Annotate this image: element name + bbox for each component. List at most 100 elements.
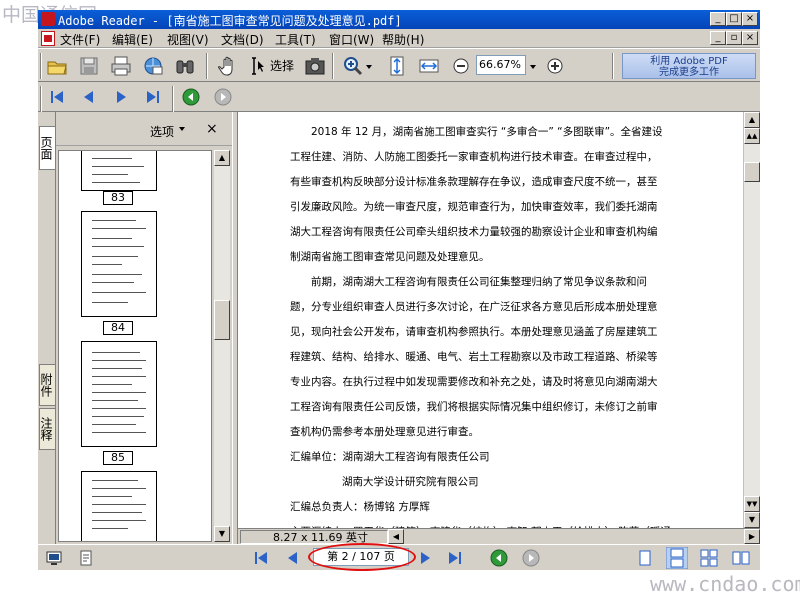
pages-panel: 选项 × 83 84 85 ▲ ▼ [56,112,232,544]
doc-line: 汇编单位：湖南湖大工程咨询有限责任公司 [290,451,490,463]
previous-page-icon[interactable] [80,88,98,106]
document-text: 2018 年 12 月，湖南省施工图审查实行 “多审合一” “多图联审”。全省建… [290,120,670,528]
fit-width-icon[interactable] [418,55,440,77]
zoom-in-tool-icon[interactable] [342,55,364,77]
thumbnail-page-number: 83 [103,191,133,205]
maximize-button[interactable]: □ [726,12,742,26]
panel-options-label[interactable]: 选项 [150,123,174,140]
document-horizontal-bar: 8.27 x 11.69 英寸 ◀ ▶ [238,528,760,544]
highlight-oval [308,543,416,571]
doc-minimize-button[interactable]: _ [710,31,726,45]
menu-view[interactable]: 视图(V) [167,31,209,48]
print-icon[interactable] [110,55,132,77]
document-properties-icon[interactable] [78,550,94,566]
hand-tool-icon[interactable] [218,55,240,77]
snapshot-camera-icon[interactable] [304,55,326,77]
first-page-icon[interactable] [48,88,66,106]
doc-close-button[interactable]: × [742,31,758,45]
menu-window[interactable]: 窗口(W) [329,31,374,48]
doc-line: 制湖南省施工图审查常见问题及处理意见。 [290,251,490,263]
save-icon[interactable] [78,55,100,77]
scroll-down-icon[interactable]: ▼ [214,526,230,542]
thumbnail-page-number: 84 [103,321,133,335]
page-up-icon[interactable]: ▲▲ [744,128,760,144]
menu-help[interactable]: 帮助(H) [382,31,424,48]
adobe-pdf-promo-button[interactable]: 利用 Adobe PDF 完成更多工作 [622,53,756,79]
open-folder-icon[interactable] [46,55,68,77]
page-thumbnail[interactable] [81,471,157,541]
scroll-thumb[interactable] [744,162,760,182]
go-back-icon[interactable] [490,549,508,567]
single-page-view-icon[interactable] [636,549,654,567]
promo-line-1: 利用 Adobe PDF [650,56,728,67]
continuous-view-icon[interactable] [666,547,688,569]
zoom-level-dropdown-icon[interactable] [528,55,538,77]
email-globe-icon[interactable] [142,55,164,77]
pdf-document-icon[interactable] [41,31,55,46]
select-text-icon[interactable] [246,55,268,77]
doc-line: 题，分专业组织审查人员进行多次讨论，在广泛征求各方意见后形成本册处理意 [290,301,658,313]
tab-pages[interactable]: 页面 [39,126,55,170]
facing-view-icon[interactable] [732,549,750,567]
previous-page-icon[interactable] [284,549,302,567]
continuous-facing-view-icon[interactable] [700,549,718,567]
search-binoculars-icon[interactable] [174,55,196,77]
page-thumbnail[interactable] [81,211,157,317]
scroll-down-icon[interactable]: ▼ [744,512,760,528]
select-label[interactable]: 选择 [270,57,294,74]
scroll-left-icon[interactable]: ◀ [388,529,404,544]
scroll-right-icon[interactable]: ▶ [744,529,760,544]
zoom-dropdown-arrow-icon[interactable] [364,55,374,77]
window-title: Adobe Reader - [南省施工图审查常见问题及处理意见.pdf] [58,14,402,28]
thumbnail-page-number: 85 [103,451,133,465]
doc-line: 查机构仍需参考本册处理意见进行审查。 [290,426,479,438]
tab-comments[interactable]: 注释 [39,408,55,450]
page-down-icon[interactable]: ▼▼ [744,496,760,512]
scroll-thumb[interactable] [214,300,230,340]
doc-restore-button[interactable]: ▫ [726,31,742,45]
doc-line: 湖大工程咨询有限责任公司牵头组织技术力量较强的勘察设计企业和审查机构编 [290,226,658,238]
last-page-icon[interactable] [144,88,162,106]
go-back-icon[interactable] [182,88,200,106]
next-page-icon[interactable] [112,88,130,106]
minimize-button[interactable]: _ [710,12,726,26]
page-size-readout: 8.27 x 11.69 英寸 [240,530,388,544]
zoom-out-icon[interactable] [450,55,472,77]
last-page-icon[interactable] [446,549,464,567]
monitor-icon[interactable] [46,550,62,566]
close-button[interactable]: × [742,12,758,26]
next-page-icon[interactable] [416,549,434,567]
go-forward-icon[interactable] [522,549,540,567]
zoom-input[interactable]: 66.67% [476,55,526,75]
navigation-toolbar [38,82,760,112]
page-thumbnail[interactable] [81,151,157,191]
go-forward-icon[interactable] [214,88,232,106]
promo-line-2: 完成更多工作 [659,67,719,78]
doc-line: 工程咨询有限责任公司反馈，我们将根据实际情况集中组织修订，未修订之前审 [290,401,658,413]
menu-file[interactable]: 文件(F) [60,31,100,48]
toolbar-separator [172,86,174,112]
first-page-icon[interactable] [252,549,270,567]
thumbnail-scrollbar[interactable]: ▲ ▼ [214,150,230,542]
thumbnail-list[interactable]: 83 84 85 [58,150,212,542]
panel-close-button[interactable]: × [206,121,218,137]
doc-line: 工程住建、消防、人防施工图委托一家审查机构进行技术审查。在审查过程中， [290,151,658,163]
document-scrollbar[interactable]: ▲ ▲▲ ▼▼ ▼ [743,112,760,528]
page-thumbnail-current[interactable] [81,341,157,447]
zoom-in-icon[interactable] [544,55,566,77]
options-dropdown-arrow-icon[interactable] [178,125,186,133]
adobe-reader-icon [41,12,55,26]
navigation-tabs: 页面 附件 注释 [38,112,56,544]
menu-document[interactable]: 文档(D) [221,31,264,48]
menu-tools[interactable]: 工具(T) [275,31,316,48]
scroll-up-icon[interactable]: ▲ [744,112,760,128]
scroll-up-icon[interactable]: ▲ [214,150,230,166]
doc-line: 有些审查机构反映部分设计标准条款理解存在争议，造成审查尺度不统一，甚至 [290,176,658,188]
menu-edit[interactable]: 编辑(E) [112,31,153,48]
fit-height-icon[interactable] [386,55,408,77]
tab-attachments[interactable]: 附件 [39,364,55,406]
pages-panel-header: 选项 × [56,112,232,146]
document-page[interactable]: 2018 年 12 月，湖南省施工图审查实行 “多审合一” “多图联审”。全省建… [238,112,743,528]
adobe-reader-window: 中国通信网 www.cndao.com Adobe Reader - [南省施工… [0,0,800,600]
toolbar-grip [40,53,42,79]
